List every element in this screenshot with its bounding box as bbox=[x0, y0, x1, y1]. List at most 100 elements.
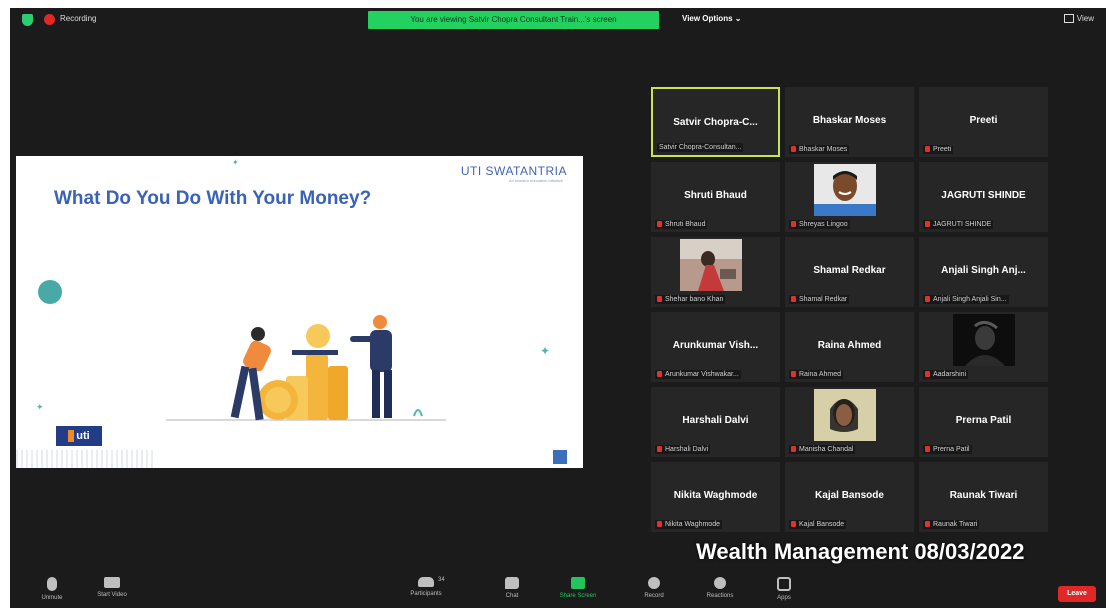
participant-label: Shruti Bhaud bbox=[655, 220, 708, 229]
participant-tile[interactable]: Preeti Preeti bbox=[919, 87, 1048, 157]
participant-label: Harshali Dalvi bbox=[655, 445, 711, 454]
participant-tile[interactable]: Shehar bano Khan bbox=[651, 237, 780, 307]
participant-tile[interactable]: Raina Ahmed Raina Ahmed bbox=[785, 312, 914, 382]
participant-name: Anjali Singh Anj... bbox=[941, 265, 1026, 276]
session-watermark: Wealth Management 08/03/2022 bbox=[696, 539, 1025, 564]
reactions-button[interactable]: Reactions bbox=[690, 577, 750, 599]
participant-tile[interactable]: Prerna Patil Prerna Patil bbox=[919, 387, 1048, 457]
uti-logo-text: uti bbox=[76, 430, 90, 442]
video-off-icon bbox=[104, 577, 120, 588]
participant-label: Raina Ahmed bbox=[789, 370, 844, 379]
mic-muted-icon bbox=[791, 446, 796, 453]
participant-label-text: Kajal Bansode bbox=[799, 521, 845, 528]
mic-muted-icon bbox=[791, 371, 796, 378]
participant-label-text: Preeti bbox=[933, 146, 952, 153]
top-bar: Recording You are viewing Satvir Chopra … bbox=[10, 8, 1106, 32]
shared-screen-slide: What Do You Do With Your Money? UTI SWAT… bbox=[16, 156, 583, 468]
participant-label: Arunkumar Vishwakar... bbox=[655, 370, 741, 379]
participant-tile[interactable]: Raunak Tiwari Raunak Tiwari bbox=[919, 462, 1048, 532]
participant-label: Bhaskar Moses bbox=[789, 145, 850, 154]
mic-muted-icon bbox=[925, 296, 930, 303]
participant-label: Satvir Chopra-Consultan... bbox=[657, 143, 744, 152]
share-screen-icon bbox=[571, 577, 585, 589]
participant-video-photo bbox=[814, 164, 876, 216]
participant-label-text: Shruti Bhaud bbox=[665, 221, 706, 228]
mic-muted-icon bbox=[47, 577, 57, 591]
share-screen-button[interactable]: Share Screen bbox=[548, 577, 608, 599]
chat-label: Chat bbox=[505, 593, 519, 599]
zoom-meeting-window: Recording You are viewing Satvir Chopra … bbox=[10, 8, 1106, 608]
chevron-down-icon: ⌄ bbox=[734, 14, 742, 23]
participant-tile[interactable]: Shamal Redkar Shamal Redkar bbox=[785, 237, 914, 307]
participant-name: Shamal Redkar bbox=[813, 265, 886, 276]
participant-label-text: Manisha Chandal bbox=[799, 446, 854, 453]
participant-tile[interactable]: Nikita Waghmode Nikita Waghmode bbox=[651, 462, 780, 532]
participant-name: Preeti bbox=[969, 115, 998, 126]
view-options-label: View Options bbox=[682, 14, 733, 23]
participant-name: Kajal Bansode bbox=[815, 490, 884, 501]
meeting-toolbar: Unmute Start Video 34 Participants Chat … bbox=[10, 574, 1106, 608]
participant-tile[interactable]: Satvir Chopra-C... Satvir Chopra-Consult… bbox=[651, 87, 780, 157]
view-button[interactable]: View bbox=[1063, 14, 1094, 24]
chat-button[interactable]: Chat bbox=[482, 577, 542, 599]
participant-label-text: Nikita Waghmode bbox=[665, 521, 720, 528]
participant-tile[interactable]: Aadarshini bbox=[919, 312, 1048, 382]
participant-label-text: Shehar bano Khan bbox=[665, 296, 724, 303]
participant-label-text: Harshali Dalvi bbox=[665, 446, 709, 453]
participant-label: Anjali Singh Anjali Sin... bbox=[923, 295, 1009, 304]
slide-title: What Do You Do With Your Money? bbox=[54, 188, 372, 209]
share-screen-label: Share Screen bbox=[559, 593, 597, 599]
participant-label: Shreyas Lingoo bbox=[789, 220, 850, 229]
sparkle-icon: ✦ bbox=[36, 402, 44, 412]
uti-swatantria-logo: UTI SWATANTRIA bbox=[460, 164, 567, 178]
participant-name: Satvir Chopra-C... bbox=[673, 117, 758, 128]
reactions-label: Reactions bbox=[706, 593, 734, 599]
start-video-button[interactable]: Start Video bbox=[82, 577, 142, 598]
unmute-button[interactable]: Unmute bbox=[22, 577, 82, 601]
participant-name: Raina Ahmed bbox=[817, 340, 882, 351]
participant-name: Prerna Patil bbox=[955, 415, 1012, 426]
participant-tile[interactable]: JAGRUTI SHINDE JAGRUTI SHINDE bbox=[919, 162, 1048, 232]
mic-muted-icon bbox=[657, 296, 662, 303]
participant-label-text: Satvir Chopra-Consultan... bbox=[659, 144, 742, 151]
participant-label: Aadarshini bbox=[923, 370, 969, 379]
saving-money-illustration bbox=[166, 315, 446, 421]
participant-tile[interactable]: Kajal Bansode Kajal Bansode bbox=[785, 462, 914, 532]
start-video-label: Start Video bbox=[97, 592, 127, 598]
participant-video-photo bbox=[814, 389, 876, 441]
sparkle-icon: ✦ bbox=[232, 158, 239, 167]
record-button[interactable]: Record bbox=[624, 577, 684, 599]
participant-label: Prerna Patil bbox=[923, 445, 972, 454]
mic-muted-icon bbox=[657, 446, 662, 453]
participant-name: Raunak Tiwari bbox=[949, 490, 1018, 501]
participant-label-text: Raunak Tiwari bbox=[933, 521, 978, 528]
security-shield-icon[interactable] bbox=[22, 14, 33, 26]
leave-button[interactable]: Leave bbox=[1058, 586, 1096, 602]
recording-icon bbox=[44, 14, 55, 25]
participant-label-text: Shamal Redkar bbox=[799, 296, 848, 303]
participant-label: Shamal Redkar bbox=[789, 295, 850, 304]
participant-label-text: Bhaskar Moses bbox=[799, 146, 848, 153]
apps-button[interactable]: Apps bbox=[754, 577, 814, 601]
record-icon bbox=[648, 577, 660, 589]
participant-tile[interactable]: Bhaskar Moses Bhaskar Moses bbox=[785, 87, 914, 157]
participant-label-text: Prerna Patil bbox=[933, 446, 970, 453]
decorative-pattern bbox=[16, 450, 156, 468]
participant-tile[interactable]: Manisha Chandal bbox=[785, 387, 914, 457]
view-options-button[interactable]: View Options ⌄ bbox=[682, 14, 741, 23]
mic-muted-icon bbox=[657, 221, 662, 228]
participant-tile[interactable]: Shruti Bhaud Shruti Bhaud bbox=[651, 162, 780, 232]
participant-label: JAGRUTI SHINDE bbox=[923, 220, 994, 229]
participant-tile[interactable]: Harshali Dalvi Harshali Dalvi bbox=[651, 387, 780, 457]
participant-label: Nikita Waghmode bbox=[655, 520, 722, 529]
participant-tile[interactable]: Anjali Singh Anj... Anjali Singh Anjali … bbox=[919, 237, 1048, 307]
apps-icon bbox=[777, 577, 791, 591]
participant-name: JAGRUTI SHINDE bbox=[941, 190, 1026, 201]
participants-icon bbox=[418, 577, 434, 587]
participant-tile[interactable]: Arunkumar Vish... Arunkumar Vishwakar... bbox=[651, 312, 780, 382]
participant-video-photo bbox=[953, 314, 1015, 366]
apps-label: Apps bbox=[777, 595, 791, 601]
participants-button[interactable]: 34 Participants bbox=[396, 577, 456, 597]
participant-tile[interactable]: Shreyas Lingoo bbox=[785, 162, 914, 232]
view-button-label: View bbox=[1076, 14, 1094, 23]
